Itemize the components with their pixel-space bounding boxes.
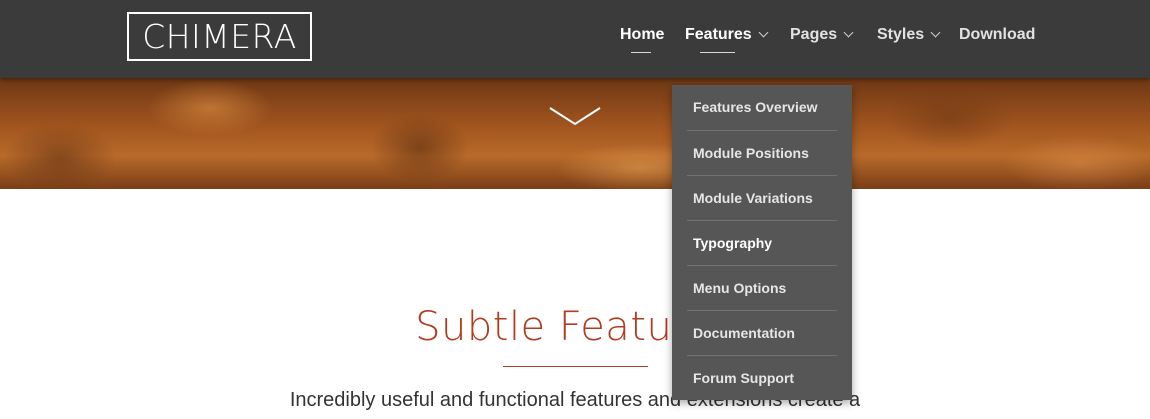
chevron-down-icon xyxy=(843,27,854,38)
nav-item-download[interactable]: Download xyxy=(959,26,1035,54)
site-header: CHIMERA Home Features Pages Styles Downl… xyxy=(0,0,1150,78)
nav-label-home: Home xyxy=(620,26,665,43)
chevron-down-icon xyxy=(930,27,941,38)
title-divider xyxy=(503,366,648,367)
section-title: Subtle Features xyxy=(415,304,735,350)
nav-label-styles: Styles xyxy=(877,26,925,43)
nav-features-underline xyxy=(700,52,735,53)
dropdown-item-features-overview[interactable]: Features Overview xyxy=(687,85,837,130)
nav-label-pages: Pages xyxy=(790,26,838,43)
nav-label-features: Features xyxy=(685,26,752,43)
dropdown-item-forum-support[interactable]: Forum Support xyxy=(687,355,837,400)
dropdown-item-documentation[interactable]: Documentation xyxy=(687,310,837,355)
nav-home-underline xyxy=(631,52,651,53)
dropdown-item-menu-options[interactable]: Menu Options xyxy=(687,265,837,310)
nav-item-styles[interactable]: Styles xyxy=(877,26,941,54)
nav-label-download: Download xyxy=(959,26,1036,43)
site-logo[interactable]: CHIMERA xyxy=(127,12,312,61)
nav-item-home[interactable]: Home xyxy=(620,26,664,54)
features-dropdown-menu: Features Overview Module Positions Modul… xyxy=(672,85,852,400)
section-intro-text: Incredibly useful and functional feature… xyxy=(289,389,861,411)
hero-banner xyxy=(0,78,1150,189)
nav-item-features[interactable]: Features xyxy=(685,26,769,54)
chevron-down-icon[interactable] xyxy=(548,106,602,128)
dropdown-item-module-variations[interactable]: Module Variations xyxy=(687,175,837,220)
chevron-down-icon xyxy=(758,27,769,38)
nav-item-pages[interactable]: Pages xyxy=(790,26,854,54)
dropdown-item-typography[interactable]: Typography xyxy=(687,220,837,265)
dropdown-item-module-positions[interactable]: Module Positions xyxy=(687,130,837,175)
